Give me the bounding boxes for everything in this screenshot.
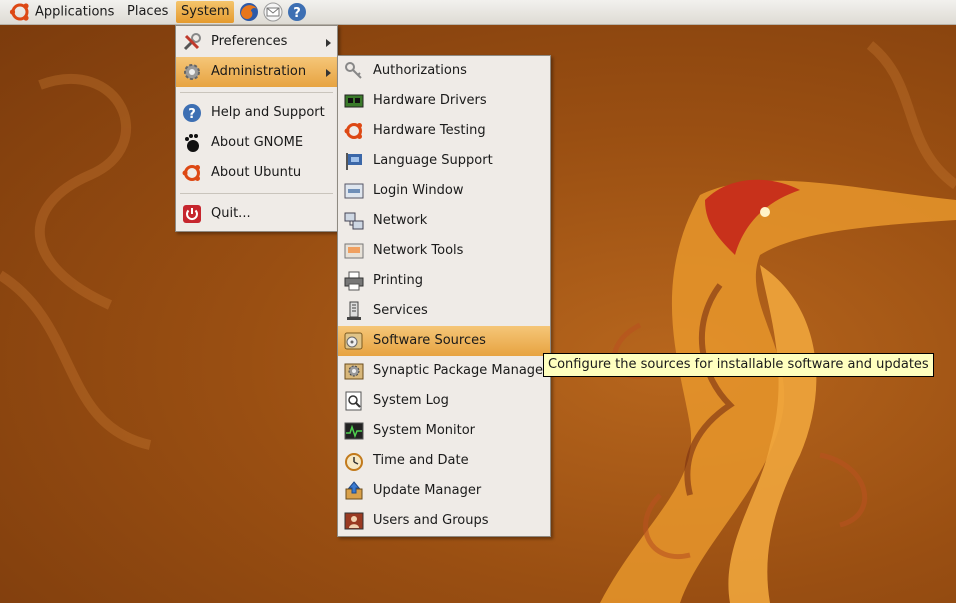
- menu-item-synaptic-package-manager[interactable]: Synaptic Package Manager: [338, 356, 550, 386]
- menu-item-label: Services: [373, 303, 428, 318]
- menu-item-software-sources[interactable]: Software Sources: [338, 326, 550, 356]
- ubuntu-logo-icon: [344, 123, 362, 139]
- menu-item-label: Update Manager: [373, 483, 482, 498]
- menu-item-label: Software Sources: [373, 333, 486, 348]
- menu-item-services[interactable]: Services: [338, 296, 550, 326]
- applications-menu[interactable]: Applications: [4, 1, 119, 23]
- menu-item-label: System Log: [373, 393, 449, 408]
- menu-item-label: Hardware Drivers: [373, 93, 487, 108]
- menu-item-label: Help and Support: [211, 105, 325, 120]
- menu-item-hardware-testing[interactable]: Hardware Testing: [338, 116, 550, 146]
- svg-text:?: ?: [188, 107, 196, 122]
- mail-launcher[interactable]: [262, 1, 284, 23]
- menu-item-about-gnome[interactable]: About GNOME: [176, 128, 337, 158]
- keys-icon: [345, 62, 362, 79]
- menu-item-printing[interactable]: Printing: [338, 266, 550, 296]
- menu-item-authorizations[interactable]: Authorizations: [338, 56, 550, 86]
- menu-item-quit[interactable]: Quit...: [176, 199, 337, 229]
- ubuntu-logo-icon: [182, 165, 200, 181]
- printer-icon: [344, 271, 364, 291]
- menu-item-network[interactable]: Network: [338, 206, 550, 236]
- firefox-launcher[interactable]: [238, 1, 260, 23]
- svg-text:?: ?: [293, 6, 301, 21]
- menu-item-network-tools[interactable]: Network Tools: [338, 236, 550, 266]
- menu-item-update-manager[interactable]: Update Manager: [338, 476, 550, 506]
- menu-item-time-and-date[interactable]: Time and Date: [338, 446, 550, 476]
- menu-item-label: Printing: [373, 273, 424, 288]
- system-label: System: [181, 4, 230, 19]
- applications-label: Applications: [35, 4, 115, 20]
- menu-item-administration[interactable]: Administration: [176, 57, 337, 87]
- menu-item-label: System Monitor: [373, 423, 476, 438]
- menu-separator: [180, 92, 333, 93]
- menu-item-users-and-groups[interactable]: Users and Groups: [338, 506, 550, 536]
- network-tools-icon: [344, 243, 364, 259]
- language-flag-icon: [346, 153, 362, 170]
- places-menu[interactable]: Places: [122, 1, 173, 23]
- menu-item-hardware-drivers[interactable]: Hardware Drivers: [338, 86, 550, 116]
- software-sources-tooltip: Configure the sources for installable so…: [543, 353, 934, 377]
- menu-item-label: Administration: [211, 64, 307, 79]
- help-launcher[interactable]: ?: [286, 1, 308, 23]
- help-icon: ?: [183, 104, 201, 122]
- menu-item-system-log[interactable]: System Log: [338, 386, 550, 416]
- submenu-arrow-icon: [326, 39, 331, 47]
- menu-item-language-support[interactable]: Language Support: [338, 146, 550, 176]
- menu-item-preferences[interactable]: Preferences: [176, 27, 337, 57]
- system-monitor-icon: [344, 422, 364, 440]
- menu-item-label: Hardware Testing: [373, 123, 486, 138]
- firefox-icon: [240, 3, 258, 21]
- system-menu[interactable]: System: [176, 1, 235, 23]
- menu-item-label: About GNOME: [211, 135, 304, 150]
- services-icon: [347, 301, 361, 320]
- menu-item-label: Time and Date: [373, 453, 469, 468]
- menu-item-system-monitor[interactable]: System Monitor: [338, 416, 550, 446]
- menu-item-label: Synaptic Package Manager: [373, 363, 549, 378]
- menu-item-label: About Ubuntu: [211, 165, 302, 180]
- system-log-icon: [345, 391, 362, 411]
- synaptic-icon: [344, 363, 364, 380]
- submenu-arrow-icon: [326, 69, 331, 77]
- menu-item-help-and-support[interactable]: ? Help and Support: [176, 98, 337, 128]
- menu-separator: [180, 193, 333, 194]
- quit-icon: [183, 205, 201, 223]
- help-icon: ?: [288, 3, 306, 21]
- menu-item-login-window[interactable]: Login Window: [338, 176, 550, 206]
- menu-item-label: Users and Groups: [373, 513, 489, 528]
- menu-item-label: Network Tools: [373, 243, 464, 258]
- login-window-icon: [344, 183, 364, 199]
- users-groups-icon: [344, 512, 364, 530]
- places-label: Places: [127, 4, 169, 19]
- menu-item-about-ubuntu[interactable]: About Ubuntu: [176, 158, 337, 188]
- menu-item-label: Language Support: [373, 153, 493, 168]
- ubuntu-logo-icon: [9, 3, 29, 21]
- menu-item-label: Authorizations: [373, 63, 467, 78]
- top-panel: Applications Places System ?: [0, 0, 956, 25]
- network-icon: [344, 212, 364, 230]
- preferences-icon: [183, 33, 201, 51]
- gnome-foot-icon: [185, 134, 199, 152]
- administration-submenu: Authorizations Hardware Drivers Hardware…: [337, 55, 551, 537]
- mail-icon: [263, 2, 283, 22]
- hardware-card-icon: [344, 94, 364, 108]
- menu-item-label: Network: [373, 213, 428, 228]
- administration-gear-icon: [184, 64, 200, 80]
- menu-item-label: Login Window: [373, 183, 464, 198]
- software-sources-icon: [344, 332, 363, 350]
- menu-item-label: Preferences: [211, 34, 288, 49]
- menu-item-label: Quit...: [211, 206, 251, 221]
- update-manager-icon: [345, 481, 363, 500]
- system-dropdown-menu: Preferences Administration ? Help and Su…: [175, 25, 338, 232]
- clock-icon: [345, 453, 363, 471]
